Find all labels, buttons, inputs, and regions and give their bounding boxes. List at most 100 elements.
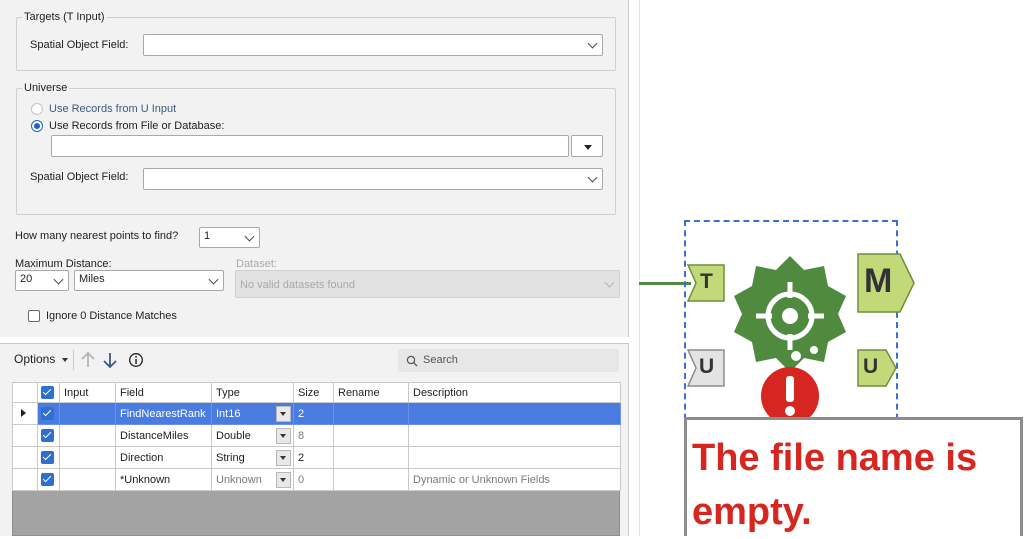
chevron-down-icon	[53, 274, 64, 285]
row-checkbox-cell[interactable]	[37, 468, 60, 491]
move-up-arrow-icon[interactable]	[80, 351, 96, 369]
table-row[interactable]: DistanceMiles Double 8	[12, 424, 621, 447]
column-header-input[interactable]: Input	[59, 382, 116, 403]
type-dropdown-button[interactable]	[276, 472, 291, 488]
ignore-zero-distance-checkbox[interactable]	[28, 310, 40, 322]
cell-description[interactable]	[408, 446, 621, 469]
error-message: The file name is empty.	[692, 437, 978, 533]
radio-use-u-input-label[interactable]: Use Records from U Input	[49, 103, 176, 115]
column-header-field[interactable]: Field	[115, 382, 212, 403]
cell-input	[59, 446, 116, 469]
row-checkbox[interactable]	[41, 451, 54, 464]
row-checkbox-cell[interactable]	[37, 424, 60, 447]
search-icon	[406, 355, 418, 367]
chevron-down-icon	[244, 231, 255, 242]
table-row[interactable]: *Unknown Unknown 0 Dynamic or Unknown Fi…	[12, 468, 621, 491]
dataset-select: No valid datasets found	[235, 270, 620, 298]
cell-field: Direction	[115, 446, 212, 469]
universe-legend: Universe	[22, 82, 70, 94]
cell-size[interactable]: 2	[293, 446, 334, 469]
t-input-anchor-label: T	[700, 270, 713, 293]
nearest-count-select[interactable]: 1	[199, 227, 260, 248]
cell-type[interactable]: Unknown	[211, 468, 294, 491]
row-header[interactable]	[12, 446, 38, 469]
current-row-arrow-icon	[21, 409, 26, 417]
info-icon[interactable]	[128, 352, 144, 368]
type-dropdown-button[interactable]	[276, 406, 291, 422]
cell-size[interactable]: 0	[293, 468, 334, 491]
radio-use-u-input[interactable]	[31, 103, 43, 115]
ignore-zero-distance-label[interactable]: Ignore 0 Distance Matches	[46, 310, 177, 322]
dataset-label: Dataset:	[236, 258, 277, 270]
select-all-checkbox-cell[interactable]	[37, 382, 60, 403]
cell-field: *Unknown	[115, 468, 212, 491]
max-distance-value: 20	[20, 273, 33, 285]
distance-units-select[interactable]: Miles	[74, 270, 224, 291]
cell-size[interactable]: 2	[293, 402, 334, 425]
m-output-anchor-label: M	[864, 262, 893, 300]
cell-description[interactable]: Dynamic or Unknown Fields	[408, 468, 621, 491]
row-checkbox-cell[interactable]	[37, 402, 60, 425]
field-table: Input Field Type Size Rename Description…	[12, 382, 621, 491]
nearest-count-label: How many nearest points to find?	[15, 230, 179, 242]
type-dropdown-button[interactable]	[276, 450, 291, 466]
caret-down-icon	[584, 145, 592, 150]
chevron-down-icon	[587, 172, 598, 183]
row-header[interactable]	[12, 402, 38, 425]
caret-down-icon	[62, 358, 69, 363]
table-row[interactable]: FindNearestRank Int16 2	[12, 402, 621, 425]
options-menu-button[interactable]: Options	[14, 352, 69, 368]
cell-type[interactable]: String	[211, 446, 294, 469]
radio-use-file-label[interactable]: Use Records from File or Database:	[49, 120, 224, 132]
cell-input	[59, 424, 116, 447]
search-placeholder: Search	[423, 354, 458, 366]
targets-legend: Targets (T Input)	[22, 11, 107, 23]
cell-type-value: Unknown	[216, 473, 262, 486]
move-down-arrow-icon[interactable]	[102, 351, 118, 369]
max-distance-label: Maximum Distance:	[15, 258, 112, 270]
cell-rename[interactable]	[333, 446, 409, 469]
radio-use-file[interactable]	[31, 120, 43, 132]
field-search-box[interactable]: Search	[398, 349, 619, 372]
cell-type[interactable]: Double	[211, 424, 294, 447]
select-all-checkbox[interactable]	[41, 386, 54, 399]
file-browse-dropdown-button[interactable]	[571, 135, 603, 157]
universe-spatial-field-select[interactable]	[143, 168, 603, 190]
cell-field: FindNearestRank	[115, 402, 212, 425]
file-path-input[interactable]	[51, 135, 569, 157]
cell-type-value: Double	[216, 429, 251, 442]
row-checkbox[interactable]	[41, 407, 54, 420]
row-header[interactable]	[12, 468, 38, 491]
error-tooltip: The file name is empty.	[684, 417, 1023, 536]
targets-spatial-field-select[interactable]	[143, 34, 603, 56]
cell-rename[interactable]	[333, 402, 409, 425]
row-checkbox[interactable]	[41, 429, 54, 442]
column-header-size[interactable]: Size	[293, 382, 334, 403]
column-header-description[interactable]: Description	[408, 382, 621, 403]
cell-type-value: String	[216, 451, 245, 464]
column-header-rename[interactable]: Rename	[333, 382, 409, 403]
cell-rename[interactable]	[333, 424, 409, 447]
toolbar-divider	[73, 350, 74, 370]
cell-size[interactable]: 8	[293, 424, 334, 447]
type-dropdown-button[interactable]	[276, 428, 291, 444]
cell-rename[interactable]	[333, 468, 409, 491]
row-checkbox[interactable]	[41, 473, 54, 486]
table-row[interactable]: Direction String 2	[12, 446, 621, 469]
options-menu-label: Options	[14, 352, 56, 366]
row-header[interactable]	[12, 424, 38, 447]
row-header-corner	[12, 382, 38, 403]
max-distance-select[interactable]: 20	[15, 270, 69, 291]
chevron-down-icon	[587, 38, 598, 49]
cell-type[interactable]: Int16	[211, 402, 294, 425]
cell-description[interactable]	[408, 402, 621, 425]
cell-description[interactable]	[408, 424, 621, 447]
table-header-row: Input Field Type Size Rename Description	[12, 382, 621, 403]
column-header-type[interactable]: Type	[211, 382, 294, 403]
universe-spatial-field-label: Spatial Object Field:	[30, 171, 129, 183]
chevron-down-icon	[208, 274, 219, 285]
cell-input	[59, 402, 116, 425]
u-input-anchor-label: U	[699, 355, 715, 378]
row-checkbox-cell[interactable]	[37, 446, 60, 469]
cell-field: DistanceMiles	[115, 424, 212, 447]
